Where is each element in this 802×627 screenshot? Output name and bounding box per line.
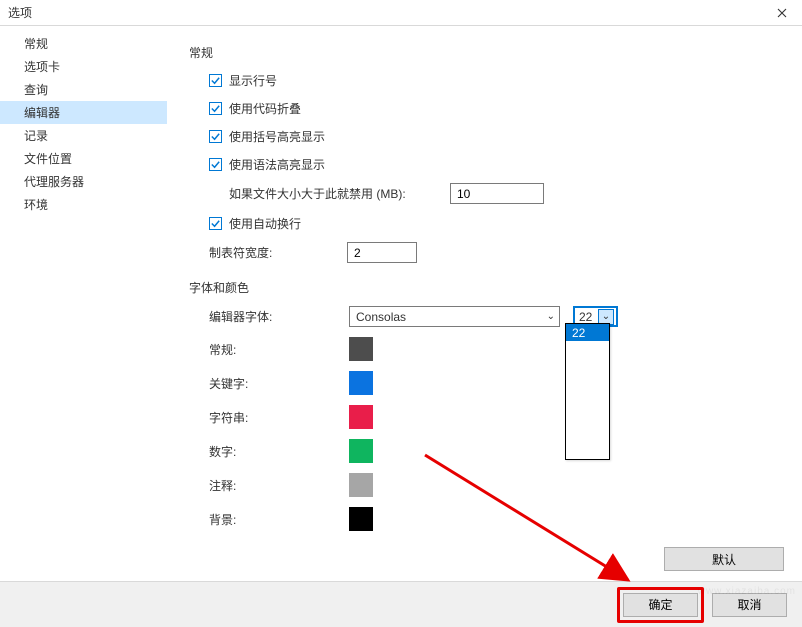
- row-color-background: 背景:: [209, 507, 780, 531]
- swatch-keyword[interactable]: [349, 371, 373, 395]
- swatch-string[interactable]: [349, 405, 373, 429]
- label-color-normal: 常规:: [209, 341, 329, 358]
- checkbox-code-folding[interactable]: [209, 102, 222, 115]
- section-general-title: 常规: [189, 44, 780, 61]
- row-disable-if-larger: 如果文件大小大于此就禁用 (MB):: [229, 183, 780, 204]
- sidebar-item-query[interactable]: 查询: [0, 78, 167, 101]
- row-color-normal: 常规:: [209, 337, 780, 361]
- select-editor-font-value: Consolas: [356, 310, 406, 324]
- row-tab-width: 制表符宽度:: [209, 242, 780, 263]
- label-color-comment: 注释:: [209, 477, 329, 494]
- row-word-wrap: 使用自动换行: [209, 214, 780, 232]
- check-icon: [210, 75, 221, 86]
- swatch-background[interactable]: [349, 507, 373, 531]
- label-syntax-highlight: 使用语法高亮显示: [229, 156, 325, 173]
- dropdown-blank: [566, 341, 609, 459]
- label-code-folding: 使用代码折叠: [229, 100, 301, 117]
- select-font-size-value: 22: [579, 310, 592, 324]
- row-editor-font: 编辑器字体: Consolas ⌄ 22 ⌄: [209, 306, 780, 327]
- ok-button[interactable]: 确定: [623, 593, 698, 617]
- sidebar-item-proxy[interactable]: 代理服务器: [0, 170, 167, 193]
- label-show-line-numbers: 显示行号: [229, 72, 277, 89]
- row-show-line-numbers: 显示行号: [209, 71, 780, 89]
- content-panel: 常规 显示行号 使用代码折叠 使用括号高亮显示 使用语法高亮显示 如果文件大小大…: [167, 26, 802, 581]
- label-color-keyword: 关键字:: [209, 375, 329, 392]
- label-disable-if-larger: 如果文件大小大于此就禁用 (MB):: [229, 185, 424, 202]
- font-size-option[interactable]: 22: [566, 324, 609, 341]
- window-title: 选项: [8, 4, 32, 21]
- swatch-comment[interactable]: [349, 473, 373, 497]
- swatch-number[interactable]: [349, 439, 373, 463]
- main-area: 常规 选项卡 查询 编辑器 记录 文件位置 代理服务器 环境 常规 显示行号 使…: [0, 26, 802, 581]
- label-word-wrap: 使用自动换行: [229, 215, 301, 232]
- label-tab-width: 制表符宽度:: [209, 244, 327, 261]
- label-editor-font: 编辑器字体:: [209, 308, 329, 325]
- sidebar-item-record[interactable]: 记录: [0, 124, 167, 147]
- close-button[interactable]: [762, 0, 802, 26]
- titlebar: 选项: [0, 0, 802, 26]
- close-icon: [777, 8, 787, 18]
- check-icon: [210, 103, 221, 114]
- check-icon: [210, 159, 221, 170]
- label-color-background: 背景:: [209, 511, 329, 528]
- row-color-string: 字符串:: [209, 405, 780, 429]
- row-color-comment: 注释:: [209, 473, 780, 497]
- select-editor-font[interactable]: Consolas ⌄: [349, 306, 560, 327]
- swatch-normal[interactable]: [349, 337, 373, 361]
- section-fontcolor-title: 字体和颜色: [189, 279, 780, 296]
- checkbox-word-wrap[interactable]: [209, 217, 222, 230]
- sidebar-item-editor[interactable]: 编辑器: [0, 101, 167, 124]
- sidebar-item-general[interactable]: 常规: [0, 32, 167, 55]
- sidebar: 常规 选项卡 查询 编辑器 记录 文件位置 代理服务器 环境: [0, 26, 167, 581]
- highlight-ok: 确定: [617, 587, 704, 623]
- default-button[interactable]: 默认: [664, 547, 784, 571]
- row-code-folding: 使用代码折叠: [209, 99, 780, 117]
- cancel-button[interactable]: 取消: [712, 593, 787, 617]
- label-color-number: 数字:: [209, 443, 329, 460]
- footer: 确定 取消: [0, 581, 802, 627]
- input-disable-size[interactable]: [450, 183, 544, 204]
- checkbox-bracket-highlight[interactable]: [209, 130, 222, 143]
- sidebar-item-tabs[interactable]: 选项卡: [0, 55, 167, 78]
- check-icon: [210, 218, 221, 229]
- chevron-down-icon: ⌄: [547, 311, 555, 322]
- sidebar-item-filelocation[interactable]: 文件位置: [0, 147, 167, 170]
- check-icon: [210, 131, 221, 142]
- label-color-string: 字符串:: [209, 409, 329, 426]
- checkbox-syntax-highlight[interactable]: [209, 158, 222, 171]
- row-color-number: 数字:: [209, 439, 780, 463]
- sidebar-item-environment[interactable]: 环境: [0, 193, 167, 216]
- row-color-keyword: 关键字:: [209, 371, 780, 395]
- font-size-dropdown: 22: [565, 323, 610, 460]
- row-syntax-highlight: 使用语法高亮显示: [209, 155, 780, 173]
- label-bracket-highlight: 使用括号高亮显示: [229, 128, 325, 145]
- row-bracket-highlight: 使用括号高亮显示: [209, 127, 780, 145]
- checkbox-show-line-numbers[interactable]: [209, 74, 222, 87]
- chevron-down-icon: ⌄: [602, 311, 610, 322]
- input-tab-width[interactable]: [347, 242, 417, 263]
